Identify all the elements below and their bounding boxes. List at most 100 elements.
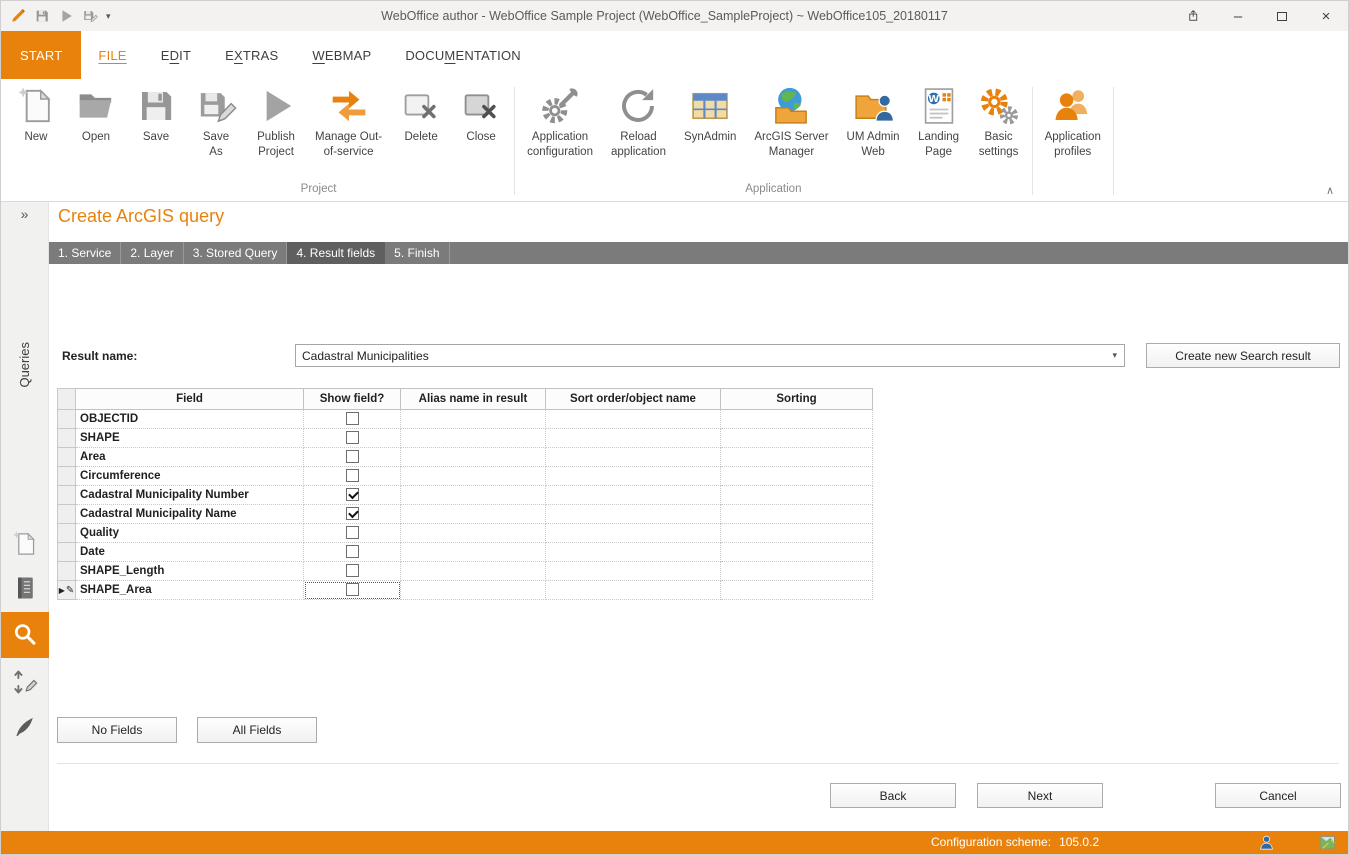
back-button[interactable]: Back bbox=[830, 783, 956, 808]
field-name-cell[interactable]: Circumference bbox=[76, 467, 304, 486]
field-name-cell[interactable]: OBJECTID bbox=[76, 410, 304, 429]
qat-publish-play-icon[interactable] bbox=[58, 8, 74, 24]
ribbon-button-landing-page[interactable]: LandingPage bbox=[909, 79, 969, 160]
sort-order-cell[interactable] bbox=[546, 486, 721, 505]
ribbon-button-save[interactable]: Save bbox=[126, 79, 186, 145]
show-field-checkbox[interactable] bbox=[346, 526, 359, 539]
ribbon-button-new[interactable]: New bbox=[6, 79, 66, 145]
all-fields-button[interactable]: All Fields bbox=[197, 717, 317, 743]
popout-button[interactable] bbox=[1172, 1, 1216, 31]
show-field-checkbox[interactable] bbox=[346, 507, 359, 520]
sorting-cell[interactable] bbox=[721, 524, 873, 543]
show-field-checkbox[interactable] bbox=[346, 450, 359, 463]
ribbon-button-manage-out-of-service[interactable]: Manage Out-of-service bbox=[306, 79, 391, 160]
wizard-step-2-layer[interactable]: 2. Layer bbox=[121, 242, 183, 264]
maximize-button[interactable] bbox=[1260, 1, 1304, 31]
next-button[interactable]: Next bbox=[977, 783, 1103, 808]
wizard-step-3-stored-query[interactable]: 3. Stored Query bbox=[184, 242, 288, 264]
sidebar-expand-button[interactable]: » bbox=[1, 206, 48, 222]
sort-order-cell[interactable] bbox=[546, 448, 721, 467]
sorting-cell[interactable] bbox=[721, 505, 873, 524]
column-header-alias-name-in-result[interactable]: Alias name in result bbox=[401, 389, 546, 410]
ribbon-button-um-admin-web[interactable]: UM AdminWeb bbox=[838, 79, 909, 160]
ribbon-tab-edit[interactable]: EDIT bbox=[144, 31, 208, 79]
sorting-cell[interactable] bbox=[721, 581, 873, 600]
sort-order-cell[interactable] bbox=[546, 505, 721, 524]
sidebar-tool-search[interactable] bbox=[1, 612, 49, 658]
qat-save-floppy-icon[interactable] bbox=[34, 8, 50, 24]
field-name-cell[interactable]: SHAPE_Length bbox=[76, 562, 304, 581]
sorting-cell[interactable] bbox=[721, 562, 873, 581]
sorting-cell[interactable] bbox=[721, 486, 873, 505]
field-name-cell[interactable]: Cadastral Municipality Name bbox=[76, 505, 304, 524]
show-field-checkbox[interactable] bbox=[346, 583, 359, 596]
no-fields-button[interactable]: No Fields bbox=[57, 717, 177, 743]
sort-order-cell[interactable] bbox=[546, 562, 721, 581]
ribbon-button-application-profiles[interactable]: Applicationprofiles bbox=[1036, 79, 1110, 160]
alias-name-cell[interactable] bbox=[401, 410, 546, 429]
sidebar-tool-notebook[interactable] bbox=[1, 568, 49, 608]
field-name-cell[interactable]: Area bbox=[76, 448, 304, 467]
ribbon-button-open[interactable]: Open bbox=[66, 79, 126, 145]
show-field-checkbox[interactable] bbox=[346, 431, 359, 444]
ribbon-tab-start[interactable]: START bbox=[1, 31, 81, 79]
close-button[interactable]: × bbox=[1304, 1, 1348, 31]
ribbon-button-save-as[interactable]: SaveAs bbox=[186, 79, 246, 160]
ribbon-tab-extras[interactable]: EXTRAS bbox=[208, 31, 295, 79]
field-name-cell[interactable]: Quality bbox=[76, 524, 304, 543]
sorting-cell[interactable] bbox=[721, 543, 873, 562]
sort-order-cell[interactable] bbox=[546, 467, 721, 486]
ribbon-button-application-configuration[interactable]: Applicationconfiguration bbox=[518, 79, 602, 160]
ribbon-button-close[interactable]: Close bbox=[451, 79, 511, 145]
qat-app-pen-icon[interactable] bbox=[10, 8, 26, 24]
alias-name-cell[interactable] bbox=[401, 581, 546, 600]
show-field-checkbox[interactable] bbox=[346, 545, 359, 558]
result-name-combobox[interactable]: Cadastral Municipalities ▾ bbox=[295, 344, 1125, 367]
show-field-checkbox[interactable] bbox=[346, 412, 359, 425]
ribbon-button-publish-project[interactable]: PublishProject bbox=[246, 79, 306, 160]
alias-name-cell[interactable] bbox=[401, 562, 546, 581]
ribbon-tab-documentation[interactable]: DOCUMENTATION bbox=[388, 31, 538, 79]
ribbon-button-reload-application[interactable]: Reloadapplication bbox=[602, 79, 675, 160]
ribbon-button-arcgis-server-manager[interactable]: ArcGIS ServerManager bbox=[745, 79, 837, 160]
field-name-cell[interactable]: Date bbox=[76, 543, 304, 562]
alias-name-cell[interactable] bbox=[401, 429, 546, 448]
sorting-cell[interactable] bbox=[721, 429, 873, 448]
field-name-cell[interactable]: SHAPE bbox=[76, 429, 304, 448]
sorting-cell[interactable] bbox=[721, 448, 873, 467]
sort-order-cell[interactable] bbox=[546, 581, 721, 600]
map-icon[interactable] bbox=[1319, 834, 1336, 851]
minimize-button[interactable]: – bbox=[1216, 1, 1260, 31]
ribbon-tab-webmap[interactable]: WEBMAP bbox=[295, 31, 388, 79]
alias-name-cell[interactable] bbox=[401, 486, 546, 505]
create-search-result-button[interactable]: Create new Search result bbox=[1146, 343, 1340, 368]
show-field-checkbox[interactable] bbox=[346, 469, 359, 482]
ribbon-tab-file[interactable]: FILE bbox=[81, 31, 143, 79]
user-icon[interactable] bbox=[1258, 834, 1275, 851]
wizard-step-1-service[interactable]: 1. Service bbox=[49, 242, 121, 264]
alias-name-cell[interactable] bbox=[401, 543, 546, 562]
wizard-step-4-result-fields[interactable]: 4. Result fields bbox=[287, 242, 385, 264]
column-header-sorting[interactable]: Sorting bbox=[721, 389, 873, 410]
sorting-cell[interactable] bbox=[721, 410, 873, 429]
field-name-cell[interactable]: SHAPE_Area bbox=[76, 581, 304, 600]
sort-order-cell[interactable] bbox=[546, 410, 721, 429]
alias-name-cell[interactable] bbox=[401, 467, 546, 486]
show-field-checkbox[interactable] bbox=[346, 488, 359, 501]
column-header-field[interactable]: Field bbox=[76, 389, 304, 410]
qat-save-as-floppy-icon[interactable] bbox=[82, 8, 98, 24]
column-header-show-field[interactable]: Show field? bbox=[304, 389, 401, 410]
ribbon-button-basic-settings[interactable]: Basicsettings bbox=[969, 79, 1029, 160]
alias-name-cell[interactable] bbox=[401, 448, 546, 467]
column-header-sort-order-object-name[interactable]: Sort order/object name bbox=[546, 389, 721, 410]
ribbon-collapse-icon[interactable]: ∧ bbox=[1326, 184, 1334, 197]
cancel-button[interactable]: Cancel bbox=[1215, 783, 1341, 808]
sidebar-tool-new-item[interactable] bbox=[1, 524, 49, 564]
alias-name-cell[interactable] bbox=[401, 505, 546, 524]
sidebar-tool-reorder[interactable] bbox=[1, 662, 49, 702]
ribbon-button-synadmin[interactable]: SynAdmin bbox=[675, 79, 745, 145]
sort-order-cell[interactable] bbox=[546, 524, 721, 543]
alias-name-cell[interactable] bbox=[401, 524, 546, 543]
ribbon-button-delete[interactable]: Delete bbox=[391, 79, 451, 145]
wizard-step-5-finish[interactable]: 5. Finish bbox=[385, 242, 449, 264]
